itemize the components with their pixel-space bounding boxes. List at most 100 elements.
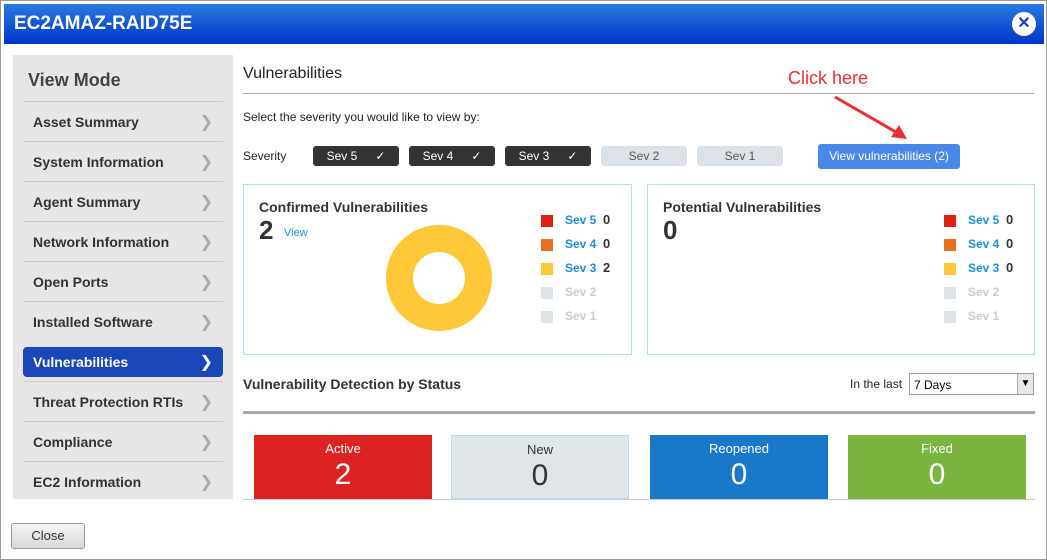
sidebar-item-label: Network Information: [33, 234, 170, 250]
sidebar-item-label: Compliance: [33, 434, 113, 450]
window-title: EC2AMAZ-RAID75E: [14, 13, 193, 34]
confirmed-donut-chart: [386, 225, 492, 331]
legend-swatch: [541, 287, 553, 299]
sidebar-item-label: Asset Summary: [33, 114, 139, 130]
sidebar-item-label: EC2 Information: [33, 474, 142, 490]
severity-label: Sev 1: [724, 149, 756, 163]
check-icon: ✓: [471, 149, 482, 163]
potential-title: Potential Vulnerabilities: [663, 199, 822, 215]
legend-swatch: [541, 215, 553, 227]
tile-value: 0: [531, 459, 549, 492]
legend-item: Sev 5 0: [541, 212, 631, 237]
legend-label[interactable]: Sev 2: [565, 285, 596, 299]
view-link[interactable]: View: [284, 227, 308, 239]
window-titlebar: EC2AMAZ-RAID75E: [4, 4, 1044, 44]
sidebar-item-vulnerabilities[interactable]: Vulnerabilities ❯: [23, 347, 223, 377]
chevron-right-icon: ❯: [199, 114, 213, 131]
severity-toggle-sev3[interactable]: Sev 3 ✓: [505, 146, 591, 166]
sidebar-item-label: Agent Summary: [33, 194, 141, 210]
tile-label: Reopened: [709, 441, 769, 456]
range-label: In the last: [850, 377, 903, 391]
legend-item: Sev 5 0: [944, 212, 1034, 237]
legend-label[interactable]: Sev 1: [968, 309, 999, 323]
view-vulnerabilities-button[interactable]: View vulnerabilities (2): [818, 144, 960, 169]
severity-toggle-sev2[interactable]: Sev 2: [601, 146, 687, 166]
status-tile-active[interactable]: Active 2: [254, 435, 432, 499]
status-tile-fixed[interactable]: Fixed 0: [848, 435, 1026, 499]
potential-vulnerabilities-panel: Potential Vulnerabilities 0 Sev 5 0 Sev 4 0…: [647, 184, 1035, 355]
severity-prompt: Select the severity you would like to vi…: [243, 110, 480, 124]
chevron-right-icon: ❯: [199, 354, 213, 371]
tile-label: Fixed: [921, 441, 953, 456]
sidebar-item-network-information[interactable]: Network Information ❯: [23, 221, 223, 261]
severity-toggle-sev4[interactable]: Sev 4 ✓: [409, 146, 495, 166]
tile-value: 0: [928, 458, 946, 491]
legend-item: Sev 2: [541, 285, 631, 309]
status-tile-new[interactable]: New 0: [451, 435, 629, 499]
legend-item: Sev 4 0: [541, 236, 631, 261]
sidebar-item-open-ports[interactable]: Open Ports ❯: [23, 261, 223, 301]
close-button[interactable]: Close: [11, 523, 85, 549]
legend-swatch: [944, 239, 956, 251]
legend-count: 0: [1006, 236, 1014, 251]
tile-label: Active: [325, 441, 361, 456]
legend-label[interactable]: Sev 4: [565, 237, 596, 251]
sidebar-title: View Mode: [28, 70, 121, 90]
chevron-right-icon: ❯: [199, 314, 213, 331]
sidebar-item-compliance[interactable]: Compliance ❯: [23, 421, 223, 461]
range-value: 7 Days: [914, 378, 952, 392]
legend-item: Sev 4 0: [944, 236, 1034, 261]
sidebar-item-label: Threat Protection RTIs: [33, 394, 184, 410]
severity-label: Sev 5: [326, 149, 358, 163]
legend-swatch: [541, 311, 553, 323]
sidebar-item-ec2-information[interactable]: EC2 Information ❯: [23, 461, 223, 501]
divider: [243, 411, 1035, 414]
range-select[interactable]: 7 Days ▼: [909, 373, 1034, 395]
legend-swatch: [541, 263, 553, 275]
severity-toggle-sev5[interactable]: Sev 5 ✓: [313, 146, 399, 166]
legend-label[interactable]: Sev 3: [565, 261, 596, 275]
sidebar-item-label: Vulnerabilities: [33, 354, 129, 370]
severity-toggle-sev1[interactable]: Sev 1: [697, 146, 783, 166]
sidebar-item-label: Installed Software: [33, 314, 153, 330]
legend-swatch: [944, 263, 956, 275]
sidebar-item-installed-software[interactable]: Installed Software ❯: [23, 301, 223, 341]
confirmed-vulnerabilities-panel: Confirmed Vulnerabilities 2 View Sev 50S…: [243, 184, 632, 355]
sidebar: View Mode Asset Summary ❯ System Informati…: [13, 55, 233, 499]
chevron-right-icon: ❯: [199, 474, 213, 491]
legend-swatch: [944, 311, 956, 323]
legend-label[interactable]: Sev 4: [968, 237, 999, 251]
annotation-arrow-icon: [834, 95, 907, 139]
sidebar-item-threat-protection-rtis[interactable]: Threat Protection RTIs ❯: [23, 381, 223, 421]
legend-swatch: [944, 215, 956, 227]
sidebar-item-system-information[interactable]: System Information ❯: [23, 141, 223, 181]
legend-label[interactable]: Sev 5: [565, 213, 596, 227]
legend-item: Sev 1: [944, 309, 1034, 333]
status-tile-reopened[interactable]: Reopened 0: [650, 435, 828, 499]
legend-count: 0: [1006, 212, 1014, 227]
chevron-down-icon[interactable]: ▼: [1017, 374, 1033, 394]
severity-label: Sev 2: [628, 149, 660, 163]
chevron-right-icon: ❯: [199, 434, 213, 451]
legend-label[interactable]: Sev 5: [968, 213, 999, 227]
severity-label: Sev 3: [518, 149, 550, 163]
confirmed-count: 2: [259, 215, 274, 245]
legend-label[interactable]: Sev 2: [968, 285, 999, 299]
legend-label[interactable]: Sev 3: [968, 261, 999, 275]
tile-value: 0: [730, 458, 748, 491]
detection-title: Vulnerability Detection by Status: [243, 376, 462, 392]
sidebar-item-label: System Information: [33, 154, 164, 170]
sidebar-item-agent-summary[interactable]: Agent Summary ❯: [23, 181, 223, 221]
check-icon: ✓: [567, 149, 578, 163]
chevron-right-icon: ❯: [199, 154, 213, 171]
chevron-right-icon: ❯: [199, 194, 213, 211]
check-icon: ✓: [375, 149, 386, 163]
close-icon[interactable]: ✕: [1012, 12, 1036, 36]
sidebar-item-asset-summary[interactable]: Asset Summary ❯: [23, 101, 223, 141]
potential-count: 0: [663, 215, 678, 245]
divider: [243, 93, 1034, 94]
sidebar-item-label: Open Ports: [33, 274, 109, 290]
severity-label: Severity: [243, 149, 287, 163]
legend-label[interactable]: Sev 1: [565, 309, 596, 323]
severity-label: Sev 4: [422, 149, 454, 163]
